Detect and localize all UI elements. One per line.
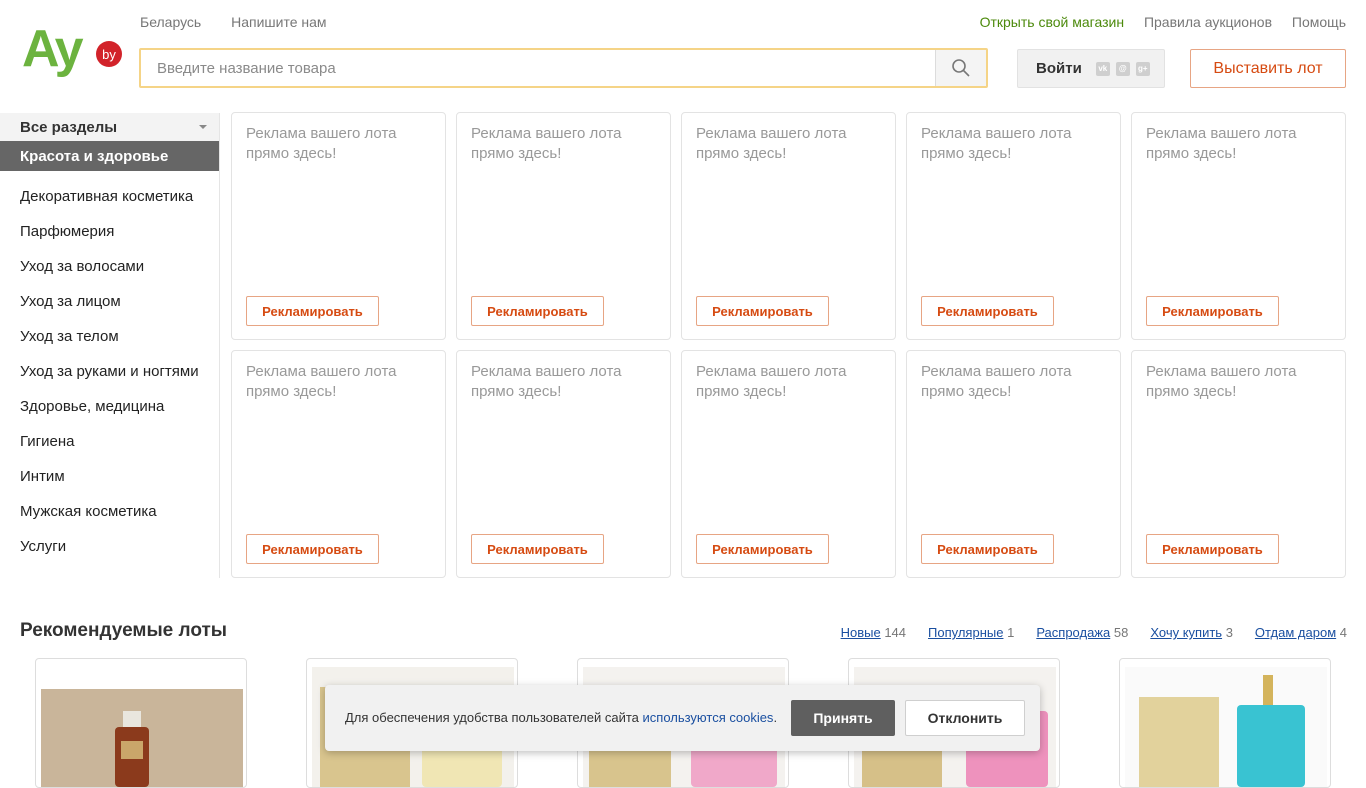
filter-want-to-buy-link[interactable]: Хочу купить [1150, 625, 1222, 640]
filter-count: 58 [1113, 625, 1129, 640]
ad-slot: Реклама вашего лота прямо здесь! Реклами… [456, 112, 671, 340]
search-input[interactable] [141, 50, 935, 86]
ad-slot: Реклама вашего лота прямо здесь! Реклами… [231, 112, 446, 340]
active-category[interactable]: Красота и здоровье [0, 141, 219, 171]
ad-text: Реклама вашего лота прямо здесь! [1146, 363, 1297, 400]
logo-text: Ay [22, 20, 84, 78]
sidebar-item[interactable]: Интим [0, 459, 219, 494]
ad-text: Реклама вашего лота прямо здесь! [921, 125, 1072, 162]
site-logo[interactable]: Ay by [22, 18, 124, 82]
ad-text: Реклама вашего лота прямо здесь! [471, 363, 622, 400]
ad-slot: Реклама вашего лота прямо здесь! Реклами… [1131, 112, 1346, 340]
advertise-button[interactable]: Рекламировать [921, 296, 1054, 326]
cookie-text: Для обеспечения удобства пользователей с… [345, 710, 777, 725]
vk-icon[interactable]: vk [1095, 61, 1110, 76]
cookie-policy-link[interactable]: используются cookies [643, 710, 774, 725]
ad-slot: Реклама вашего лота прямо здесь! Реклами… [681, 350, 896, 578]
sidebar-item[interactable]: Здоровье, медицина [0, 389, 219, 424]
sidebar-item[interactable]: Мужская косметика [0, 494, 219, 529]
sidebar-item[interactable]: Уход за телом [0, 319, 219, 354]
lot-image [1125, 667, 1327, 787]
ad-slot: Реклама вашего лота прямо здесь! Реклами… [681, 112, 896, 340]
filter-sale-link[interactable]: Распродажа [1036, 625, 1110, 640]
advertise-button[interactable]: Рекламировать [471, 296, 604, 326]
advertise-button[interactable]: Рекламировать [471, 534, 604, 564]
all-sections-label: Все разделы [20, 118, 118, 136]
filter-give-away-link[interactable]: Отдам даром [1255, 625, 1336, 640]
sidebar-item[interactable]: Парфюмерия [0, 214, 219, 249]
ad-text: Реклама вашего лота прямо здесь! [921, 363, 1072, 400]
logo-badge: by [102, 47, 116, 62]
login-button[interactable]: Войти vk @ g+ [1017, 49, 1165, 88]
sidebar-item[interactable]: Уход за волосами [0, 249, 219, 284]
filter-count: 4 [1339, 625, 1347, 640]
ad-slot: Реклама вашего лота прямо здесь! Реклами… [231, 350, 446, 578]
all-sections-dropdown[interactable]: Все разделы [0, 113, 219, 141]
sidebar-item[interactable]: Уход за лицом [0, 284, 219, 319]
auction-rules-link[interactable]: Правила аукционов [1144, 14, 1272, 30]
ad-slot: Реклама вашего лота прямо здесь! Реклами… [1131, 350, 1346, 578]
advertise-button[interactable]: Рекламировать [1146, 534, 1279, 564]
search-bar [139, 48, 988, 88]
put-lot-button[interactable]: Выставить лот [1190, 49, 1346, 88]
search-icon [952, 59, 970, 77]
cookie-banner: Для обеспечения удобства пользователей с… [325, 685, 1040, 751]
ad-slot: Реклама вашего лота прямо здесь! Реклами… [906, 112, 1121, 340]
ad-text: Реклама вашего лота прямо здесь! [1146, 125, 1297, 162]
ad-text: Реклама вашего лота прямо здесь! [696, 363, 847, 400]
filter-popular-link[interactable]: Популярные [928, 625, 1003, 640]
accept-cookies-button[interactable]: Принять [791, 700, 895, 736]
filter-count: 3 [1225, 625, 1233, 640]
login-label: Войти [1036, 60, 1082, 77]
recommended-title: Рекомендуемые лоты [20, 620, 228, 641]
ad-slot: Реклама вашего лота прямо здесь! Реклами… [906, 350, 1121, 578]
ad-text: Реклама вашего лота прямо здесь! [246, 363, 397, 400]
decline-cookies-button[interactable]: Отклонить [905, 700, 1025, 736]
search-button[interactable] [935, 50, 986, 86]
advertise-button[interactable]: Рекламировать [246, 296, 379, 326]
help-link[interactable]: Помощь [1292, 14, 1346, 30]
region-link[interactable]: Беларусь [140, 14, 201, 30]
advertise-button[interactable]: Рекламировать [921, 534, 1054, 564]
ad-slot: Реклама вашего лота прямо здесь! Реклами… [456, 350, 671, 578]
google-plus-icon[interactable]: g+ [1135, 61, 1150, 76]
cookie-message: Для обеспечения удобства пользователей с… [345, 710, 643, 725]
mail-icon[interactable]: @ [1115, 61, 1130, 76]
sidebar-item[interactable]: Гигиена [0, 424, 219, 459]
sidebar-item[interactable]: Декоративная косметика [0, 179, 219, 214]
filter-new-link[interactable]: Новые [841, 625, 881, 640]
advertise-button[interactable]: Рекламировать [696, 534, 829, 564]
filter-count: 1 [1007, 625, 1015, 640]
sidebar-item[interactable]: Уход за руками и ногтями [0, 354, 219, 389]
sidebar-item[interactable]: Услуги [0, 529, 219, 564]
advertise-button[interactable]: Рекламировать [1146, 296, 1279, 326]
lot-image [41, 689, 243, 787]
open-shop-link[interactable]: Открыть свой магазин [980, 14, 1124, 30]
write-us-link[interactable]: Напишите нам [231, 14, 326, 30]
advertise-button[interactable]: Рекламировать [696, 296, 829, 326]
recommended-filters: Новые 144 Популярные 1 Распродажа 58 Хоч… [841, 625, 1347, 640]
ad-text: Реклама вашего лота прямо здесь! [246, 125, 397, 162]
chevron-down-icon [199, 125, 207, 129]
filter-count: 144 [884, 625, 907, 640]
category-sidebar: Все разделы Красота и здоровье Декоратив… [0, 113, 220, 578]
lot-card[interactable] [1119, 658, 1331, 788]
advertise-button[interactable]: Рекламировать [246, 534, 379, 564]
ad-text: Реклама вашего лота прямо здесь! [696, 125, 847, 162]
cookie-suffix: . [773, 710, 778, 725]
lot-card[interactable] [35, 658, 247, 788]
ad-text: Реклама вашего лота прямо здесь! [471, 125, 622, 162]
